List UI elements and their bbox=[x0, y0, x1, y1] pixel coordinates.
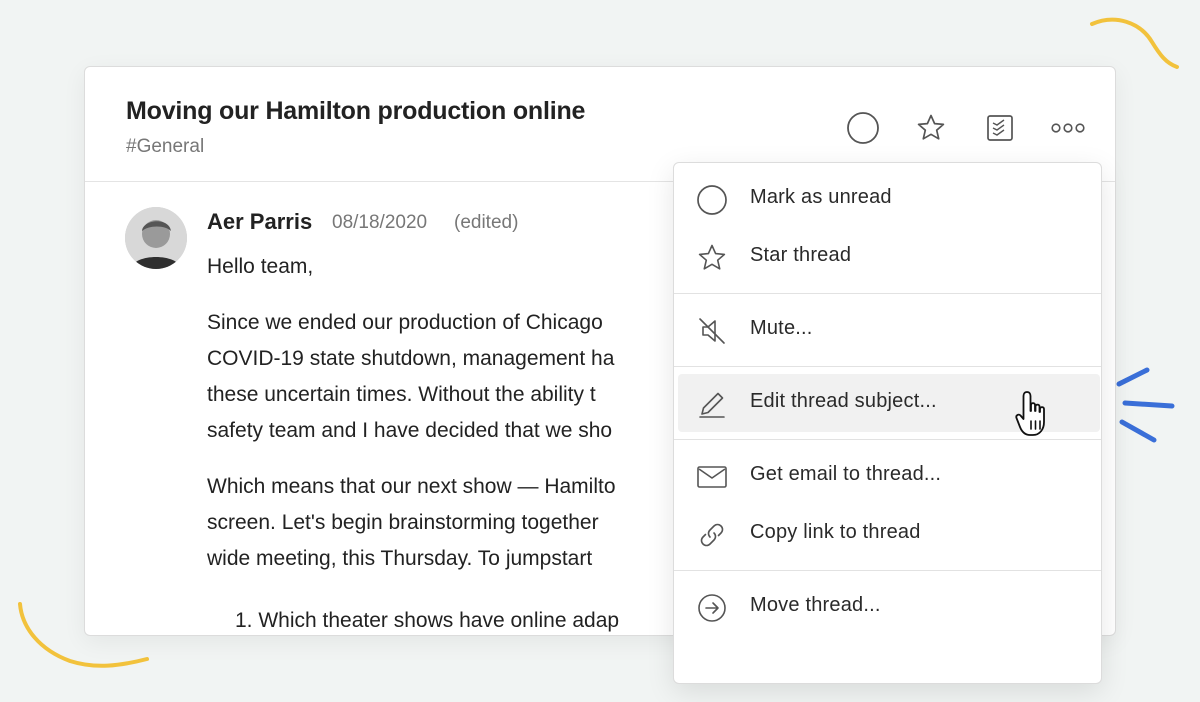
message-greeting: Hello team, bbox=[207, 255, 314, 278]
text-line: COVID-19 state shutdown, management ha bbox=[207, 347, 615, 370]
message-edited-label: (edited) bbox=[454, 212, 519, 233]
message-paragraph-1: Since we ended our production of Chicago… bbox=[207, 305, 614, 449]
envelope-icon bbox=[696, 461, 728, 493]
menu-item-edit-subject[interactable]: Edit thread subject... bbox=[678, 374, 1100, 432]
blue-stroke-3 bbox=[1119, 419, 1157, 443]
yellow-squiggle-top bbox=[1090, 17, 1179, 69]
menu-item-label: Edit thread subject... bbox=[750, 390, 937, 412]
blue-stroke-1 bbox=[1116, 367, 1150, 387]
menu-item-label: Get email to thread... bbox=[750, 463, 942, 485]
message-date: 08/18/2020 bbox=[332, 212, 428, 233]
thread-actions-menu: Mark as unread Star thread Mute... Edit … bbox=[673, 162, 1102, 684]
menu-divider bbox=[674, 570, 1101, 571]
menu-item-label: Mute... bbox=[750, 317, 813, 339]
circle-icon bbox=[847, 112, 879, 144]
star-icon bbox=[917, 114, 945, 140]
blue-stroke-2 bbox=[1122, 400, 1175, 409]
menu-item-copy-link[interactable]: Copy link to thread bbox=[674, 505, 1101, 563]
thread-channel[interactable]: #General bbox=[126, 136, 204, 158]
message-paragraph-2: Which means that our next show — Hamilto… bbox=[207, 469, 616, 577]
checklist-icon bbox=[987, 115, 1013, 141]
text-line: safety team and I have decided that we s… bbox=[207, 419, 613, 442]
text-line: Since we ended our production of Chicago bbox=[207, 311, 603, 334]
text-line: screen. Let's begin brainstorming togeth… bbox=[207, 511, 599, 534]
menu-item-star-thread[interactable]: Star thread bbox=[674, 228, 1101, 286]
menu-item-mark-unread[interactable]: Mark as unread bbox=[674, 170, 1101, 228]
star-icon bbox=[696, 242, 728, 274]
menu-divider bbox=[674, 366, 1101, 367]
avatar[interactable] bbox=[125, 207, 187, 269]
pencil-icon bbox=[696, 388, 728, 420]
menu-item-label: Copy link to thread bbox=[750, 521, 921, 543]
mark-unread-button[interactable] bbox=[846, 111, 880, 145]
menu-item-label: Star thread bbox=[750, 244, 852, 266]
message-author[interactable]: Aer Parris bbox=[207, 209, 312, 235]
more-options-icon bbox=[1051, 123, 1085, 133]
text-line: these uncertain times. Without the abili… bbox=[207, 383, 596, 406]
checklist-button[interactable] bbox=[983, 111, 1017, 145]
more-options-button[interactable] bbox=[1051, 111, 1085, 145]
mute-icon bbox=[696, 315, 728, 347]
link-icon bbox=[696, 519, 728, 551]
text-line: Which means that our next show — Hamilto bbox=[207, 475, 616, 498]
thread-title[interactable]: Moving our Hamilton production online bbox=[126, 97, 585, 126]
star-thread-button[interactable] bbox=[914, 111, 948, 145]
message-list-item: 1. Which theater shows have online adap bbox=[235, 609, 620, 632]
menu-item-label: Move thread... bbox=[750, 594, 881, 616]
menu-item-email-thread[interactable]: Get email to thread... bbox=[674, 447, 1101, 505]
avatar-photo-icon bbox=[125, 207, 187, 269]
arrow-circle-icon bbox=[696, 592, 728, 624]
menu-divider bbox=[674, 439, 1101, 440]
menu-divider bbox=[674, 293, 1101, 294]
menu-item-move-thread[interactable]: Move thread... bbox=[674, 578, 1101, 636]
menu-item-mute[interactable]: Mute... bbox=[674, 301, 1101, 359]
circle-icon bbox=[696, 184, 728, 216]
text-line: wide meeting, this Thursday. To jumpstar… bbox=[207, 547, 593, 570]
menu-item-label: Mark as unread bbox=[750, 186, 892, 208]
